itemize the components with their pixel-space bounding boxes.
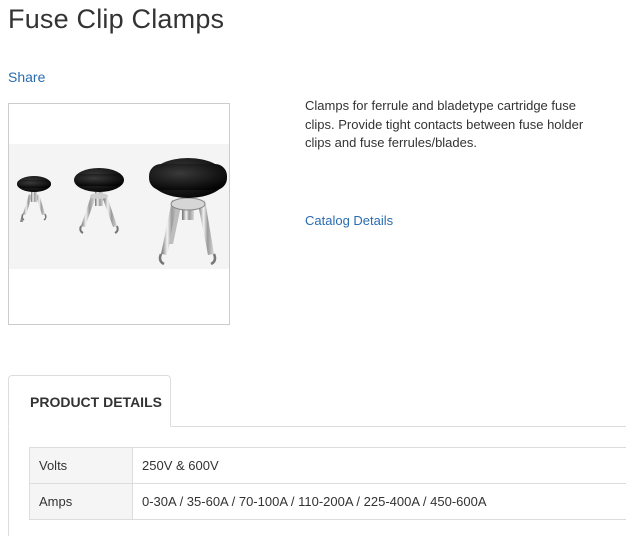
share-link[interactable]: Share	[8, 69, 45, 85]
table-row: Amps 0-30A / 35-60A / 70-100A / 110-200A…	[29, 483, 626, 520]
table-row: Volts 250V & 600V	[29, 447, 626, 484]
product-image[interactable]	[8, 103, 230, 325]
spec-value-volts: 250V & 600V	[132, 447, 626, 484]
product-specs-table: Volts 250V & 600V Amps 0-30A / 35-60A / …	[29, 447, 626, 520]
tab-product-details[interactable]: PRODUCT DETAILS	[8, 375, 171, 427]
tab-panel-border	[8, 426, 9, 536]
product-description: Clamps for ferrule and bladetype cartrid…	[305, 98, 584, 150]
catalog-details-link[interactable]: Catalog Details	[305, 213, 393, 228]
spec-key-volts: Volts	[29, 447, 133, 484]
spec-key-amps: Amps	[29, 483, 133, 520]
spec-value-amps: 0-30A / 35-60A / 70-100A / 110-200A / 22…	[132, 483, 626, 520]
page-title: Fuse Clip Clamps	[8, 4, 225, 34]
fuse-clip-clamps-photo	[9, 104, 229, 324]
